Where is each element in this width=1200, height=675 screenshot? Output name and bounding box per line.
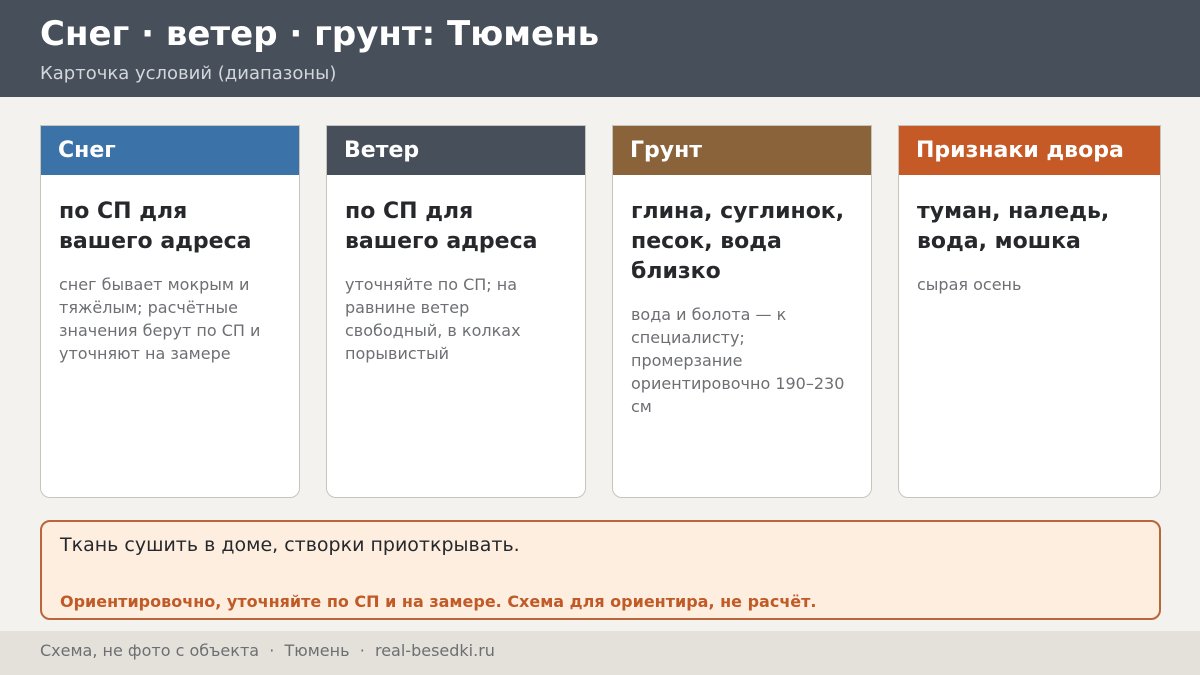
card-main-value: туман, наледь, вода, мошка <box>917 199 1110 254</box>
card-main-value: глина, суглинок, песок, вода близко <box>631 199 845 284</box>
card-main-value: по СП для вашего адреса <box>345 199 538 254</box>
card-heading: Ветер <box>327 126 585 175</box>
advice-box: Ткань сушить в доме, створки приоткрыват… <box>40 520 1161 620</box>
card-yard-signs: Признаки двора туман, наледь, вода, мошк… <box>898 125 1161 498</box>
warning-text: Ориентировочно, уточняйте по СП и на зам… <box>60 592 817 611</box>
card-note: уточняйте по СП; на равнине ветер свобод… <box>345 275 521 363</box>
card-note: вода и болота — к специалисту; промерзан… <box>631 305 845 416</box>
advice-text: Ткань сушить в доме, створки приоткрыват… <box>60 534 520 556</box>
card-note: сырая осень <box>917 275 1022 294</box>
card-note: снег бывает мокрым и тяжёлым; расчётные … <box>59 275 261 363</box>
card-wind: Ветер по СП для вашего адреса уточняйте … <box>326 125 586 498</box>
page-subtitle: Карточка условий (диапазоны) <box>40 63 337 84</box>
card-main-value: по СП для вашего адреса <box>59 199 252 254</box>
card-soil: Грунт глина, суглинок, песок, вода близк… <box>612 125 872 498</box>
card-snow: Снег по СП для вашего адреса снег бывает… <box>40 125 300 498</box>
footer-text: Схема, не фото с объекта · Тюмень · real… <box>40 641 495 660</box>
page-title: Снег · ветер · грунт: Тюмень <box>40 14 600 54</box>
card-heading: Грунт <box>613 126 871 175</box>
header: Снег · ветер · грунт: Тюмень Карточка ус… <box>0 0 1200 97</box>
card-heading: Признаки двора <box>899 126 1160 175</box>
footer: Схема, не фото с объекта · Тюмень · real… <box>0 631 1200 675</box>
card-heading: Снег <box>41 126 299 175</box>
